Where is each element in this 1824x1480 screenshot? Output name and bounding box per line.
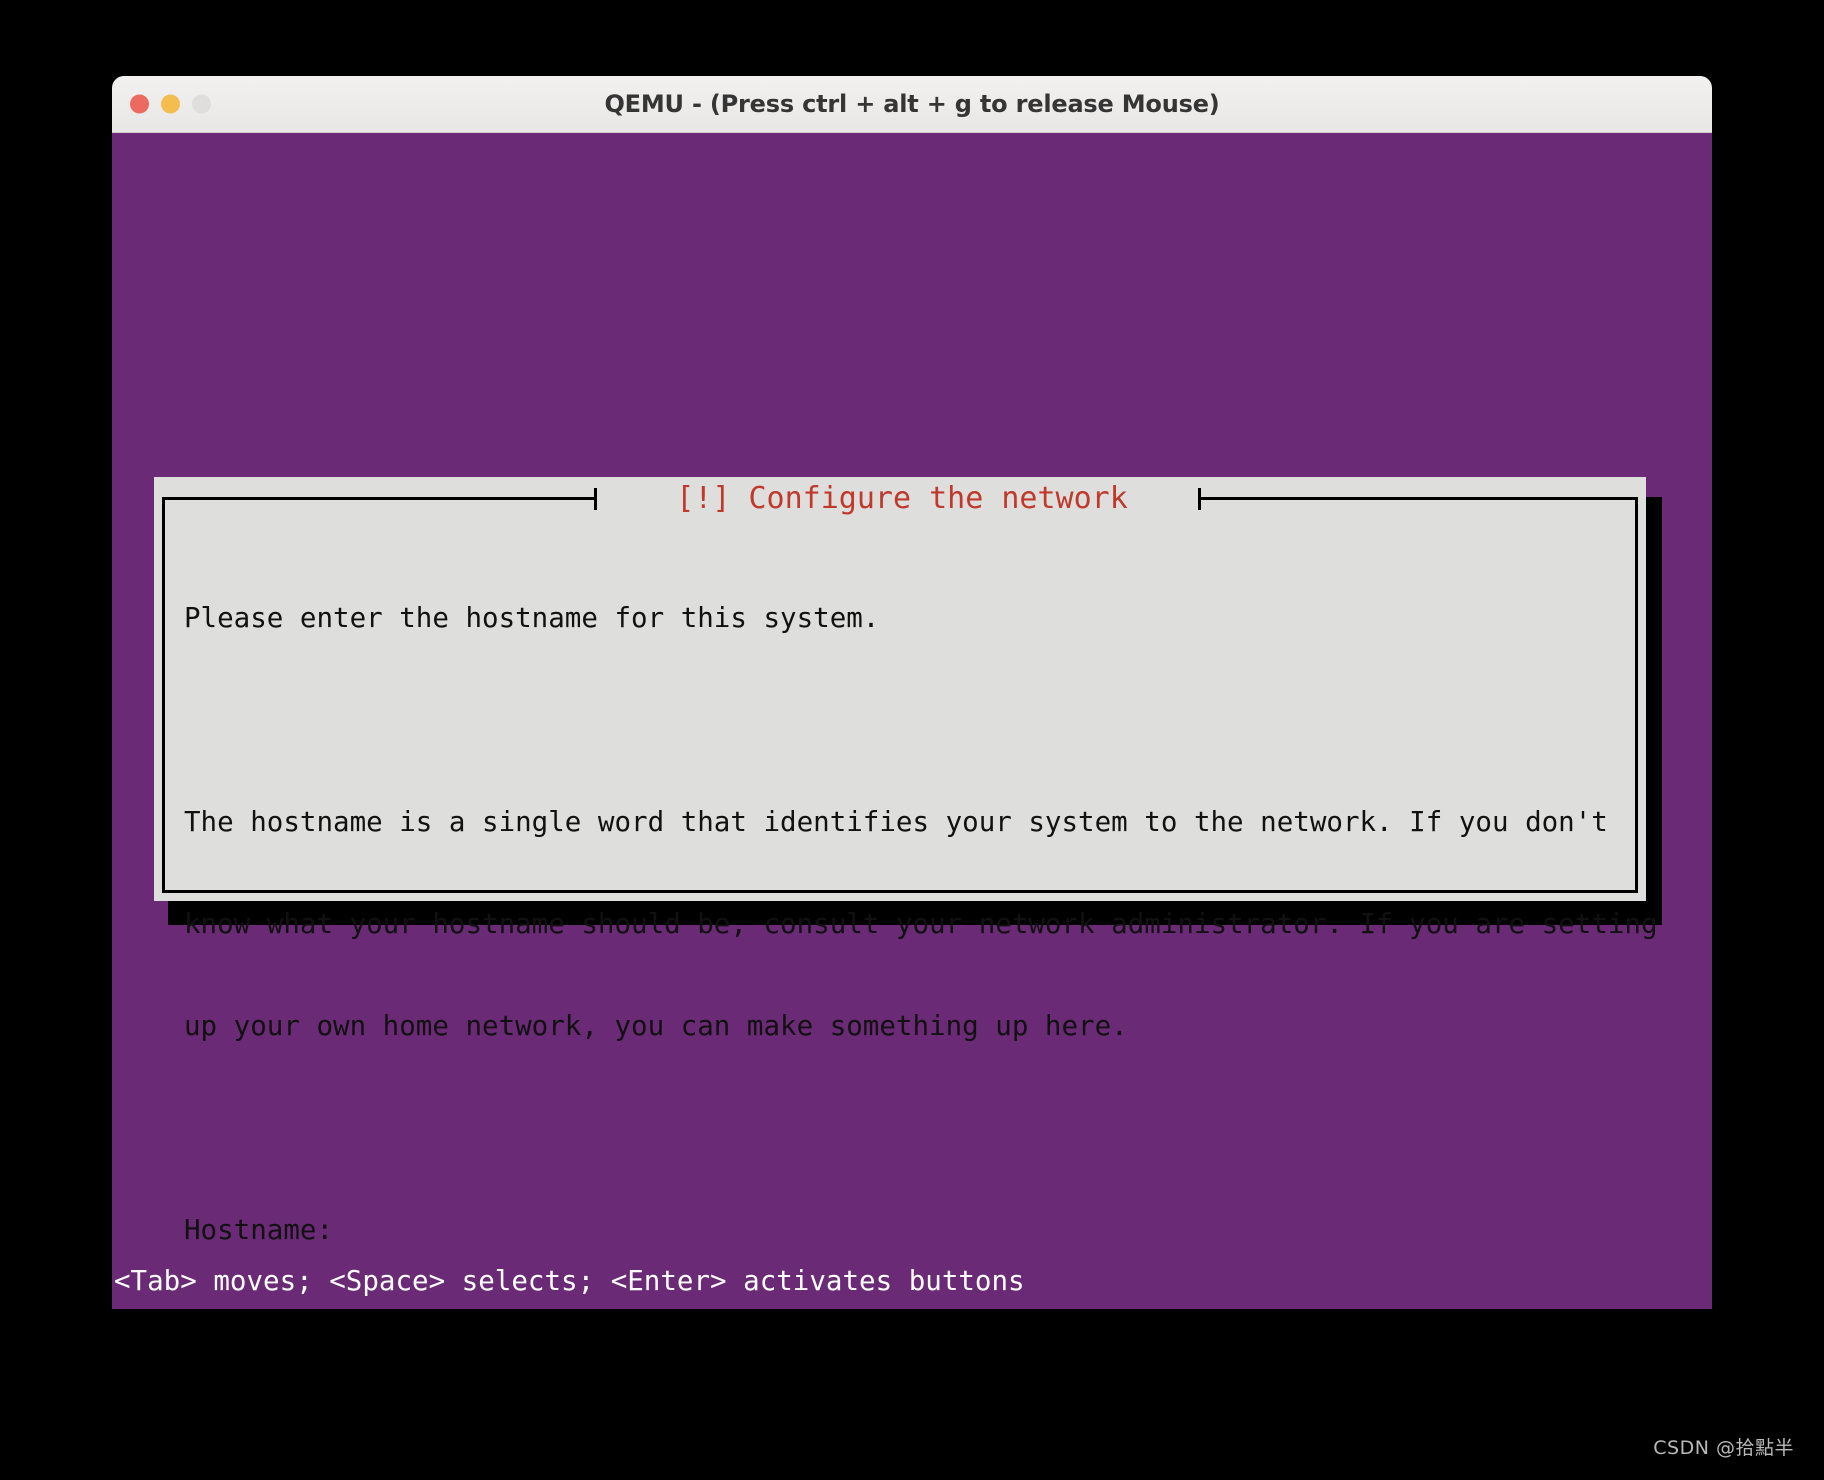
close-window-button[interactable] [130, 94, 149, 114]
window-titlebar[interactable]: QEMU - (Press ctrl + alt + g to release … [112, 76, 1712, 133]
configure-network-dialog: [!] Configure the network Please enter t… [154, 477, 1658, 1246]
dialog-description-line-2: know what your hostname should be, consu… [184, 908, 1658, 940]
vm-screen[interactable]: [!] Configure the network Please enter t… [112, 133, 1712, 1309]
qemu-window: QEMU - (Press ctrl + alt + g to release … [112, 76, 1712, 1309]
keyboard-hint-text: <Tab> moves; <Space> selects; <Enter> ac… [112, 1263, 1025, 1299]
watermark: CSDN @拾點半 [1653, 1437, 1794, 1459]
zoom-window-button[interactable] [192, 94, 211, 114]
dialog-description-line-3: up your own home network, you can make s… [184, 1010, 1128, 1042]
dialog-description-line-1: The hostname is a single word that ident… [184, 806, 1608, 838]
dialog-body: Please enter the hostname for this syste… [184, 533, 1658, 1246]
keyboard-hint-bar: <Tab> moves; <Space> selects; <Enter> ac… [112, 1263, 1712, 1299]
hostname-label: Hostname: [184, 1214, 334, 1246]
dialog-intro-line: Please enter the hostname for this syste… [184, 602, 880, 634]
window-title: QEMU - (Press ctrl + alt + g to release … [604, 90, 1220, 118]
traffic-lights-group [130, 94, 211, 114]
minimize-window-button[interactable] [161, 94, 180, 114]
